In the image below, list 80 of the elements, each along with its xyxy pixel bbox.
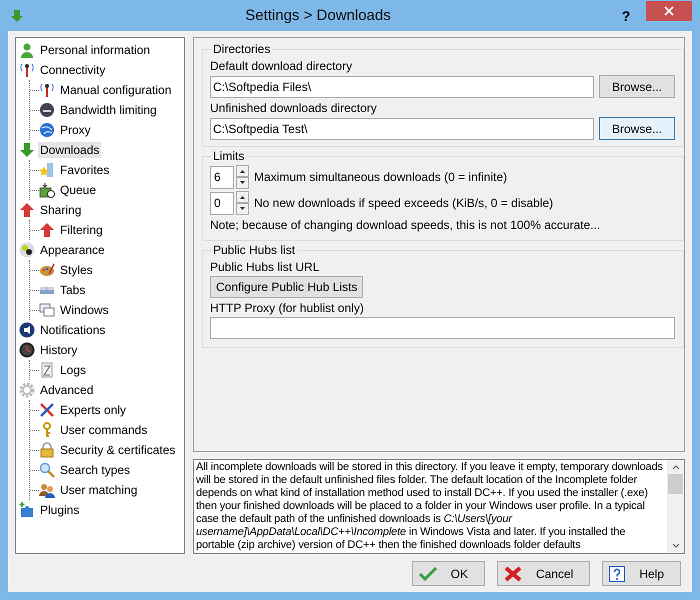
- group-title: Limits: [212, 149, 246, 163]
- globe-icon: [39, 122, 55, 138]
- tree-item[interactable]: Downloads: [38, 142, 102, 158]
- antenna-icon: [19, 62, 35, 78]
- spinner-label: No new downloads if speed exceeds (KiB/s, 0 = disable): [254, 196, 554, 210]
- tree-item[interactable]: Appearance: [38, 242, 107, 258]
- proxy-field[interactable]: [210, 317, 675, 339]
- field-label: Unfinished downloads directory: [210, 101, 378, 115]
- scroll-up-icon[interactable]: [672, 464, 680, 470]
- browse-button[interactable]: Browse...: [598, 117, 675, 140]
- tree-item[interactable]: Favorites: [58, 162, 112, 178]
- browse-button[interactable]: Browse...: [598, 75, 675, 98]
- balls-icon: [19, 242, 35, 258]
- tree-item[interactable]: Tabs: [58, 282, 88, 298]
- tree-item[interactable]: Windows: [58, 302, 111, 318]
- tree-item[interactable]: Bandwidth limiting: [58, 102, 159, 118]
- tree-item[interactable]: User matching: [58, 482, 140, 498]
- tree-item[interactable]: Sharing: [38, 202, 84, 218]
- tree-item[interactable]: Personal information: [38, 42, 152, 58]
- lock-icon: [39, 442, 55, 458]
- scrollbar[interactable]: [667, 460, 684, 553]
- people-icon: [39, 482, 55, 498]
- help-icon: [609, 566, 626, 582]
- page-icon: [39, 362, 55, 378]
- note-text: Note; because of changing download speeds, this is not 100% accurate...: [210, 218, 602, 232]
- number-field[interactable]: 0: [210, 192, 234, 214]
- cross-icon: [504, 566, 522, 582]
- antenna-icon: [39, 82, 55, 98]
- spinner-arrows-icon[interactable]: [236, 191, 249, 215]
- clock-icon: [19, 342, 35, 358]
- close-button[interactable]: [646, 1, 692, 21]
- number-field[interactable]: 6: [210, 166, 234, 188]
- tree-item[interactable]: Styles: [58, 262, 95, 278]
- scroll-down-icon[interactable]: [672, 543, 680, 549]
- scroll-thumb[interactable]: [668, 474, 683, 494]
- tree-item[interactable]: Logs: [58, 362, 88, 378]
- close-icon: [664, 6, 674, 16]
- down-arrow-icon: [10, 8, 24, 22]
- field-label: Public Hubs list URL: [210, 260, 320, 274]
- tree-item[interactable]: History: [38, 342, 80, 358]
- spinner-arrows-icon[interactable]: [236, 165, 249, 189]
- ok-button[interactable]: OK: [412, 561, 485, 586]
- field-label: Default download directory: [210, 59, 354, 73]
- tools-icon: [39, 402, 55, 418]
- search-icon: [39, 462, 55, 478]
- window-title: Settings > Downloads: [244, 7, 392, 24]
- down-arrow-icon: [19, 142, 35, 158]
- tree-item[interactable]: Manual configuration: [58, 82, 174, 98]
- tree-item[interactable]: Plugins: [38, 502, 82, 518]
- tree-item[interactable]: Advanced: [38, 382, 96, 398]
- tree-item[interactable]: Security & certificates: [58, 442, 178, 458]
- tree-item[interactable]: User commands: [58, 422, 150, 438]
- directory-field[interactable]: C:\Softpedia Files\: [210, 76, 594, 98]
- palette-icon: [39, 262, 55, 278]
- group-title: Directories: [212, 42, 272, 56]
- tree-item[interactable]: Experts only: [58, 402, 128, 418]
- group-title: Public Hubs list: [212, 243, 296, 257]
- windows-icon: [39, 302, 55, 318]
- tree-item[interactable]: Filtering: [58, 222, 105, 238]
- directory-field[interactable]: C:\Softpedia Test\: [210, 118, 594, 140]
- field-label: HTTP Proxy (for hublist only): [210, 301, 365, 315]
- help-button[interactable]: Help: [602, 561, 681, 586]
- description-text: All incomplete downloads will be stored in this directory. If you leave it empty, temporary downloads will be stored in the default unfinished files folder. The default location of the Incomplete folder depends on what kind of installation method used to install DC++. If you used the installer (.exe) then your finished downloads will be placed to a folder in your Windows user profile. In a typical case the default path of the unfinished downloads is C:\Users\[your username]\AppData\Local\DC++\Incomplete in Windows Vista and later. If you installed the portable (zip archive) version of DC++ then the finished downloads folder defaults: [195, 460, 664, 553]
- spinner-label: Maximum simultaneous downloads (0 = infinite): [254, 170, 508, 184]
- puzzle-icon: [19, 502, 35, 518]
- star-icon: [39, 162, 55, 178]
- gear-icon: [19, 382, 35, 398]
- tree-item[interactable]: Connectivity: [38, 62, 108, 78]
- box-icon: [39, 182, 55, 198]
- up-arrow-icon: [39, 222, 55, 238]
- cancel-button[interactable]: Cancel: [496, 561, 590, 586]
- configure-button[interactable]: Configure Public Hub Lists: [210, 276, 364, 298]
- tree-item[interactable]: Proxy: [58, 122, 93, 138]
- tree-item[interactable]: Notifications: [38, 322, 108, 338]
- tree-item[interactable]: Queue: [58, 182, 98, 198]
- tree-item[interactable]: Search types: [58, 462, 132, 478]
- person-icon: [19, 42, 35, 58]
- help-button[interactable]: ?: [612, 4, 640, 26]
- check-icon: [418, 566, 437, 582]
- up-arrow-icon: [19, 202, 35, 218]
